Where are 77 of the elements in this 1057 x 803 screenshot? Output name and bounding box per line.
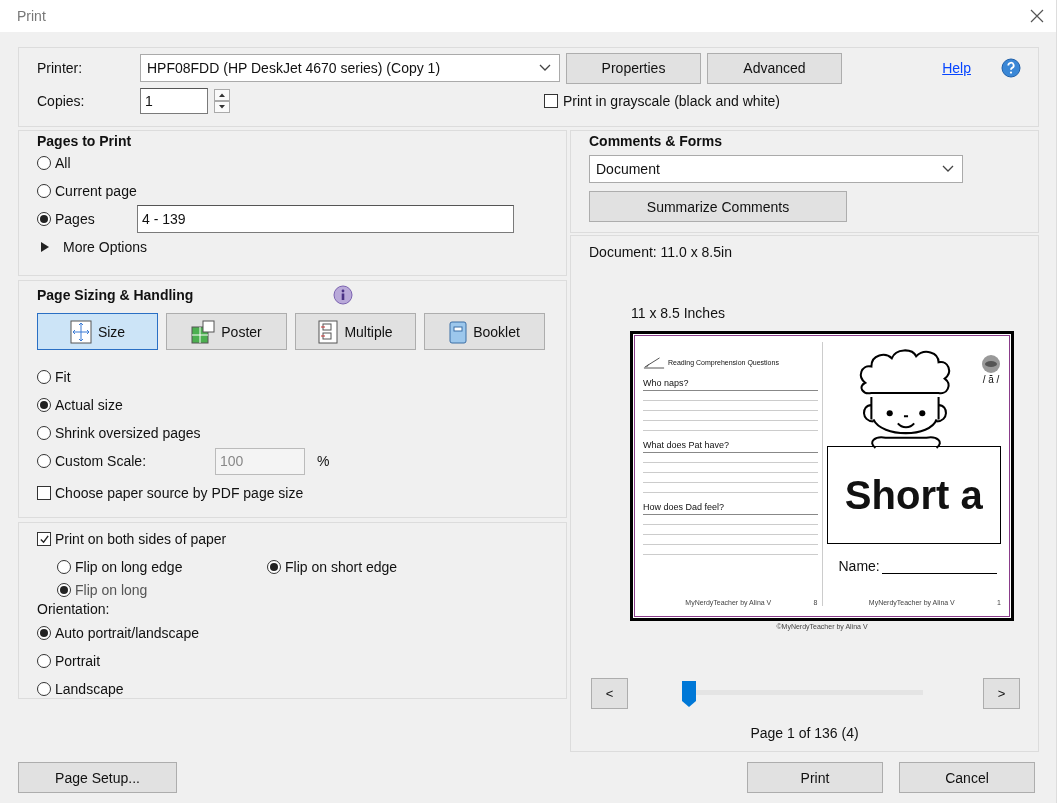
name-label: Name: [838, 558, 880, 574]
section-title: Pages to Print [37, 133, 133, 149]
paper-source-checkbox[interactable] [37, 486, 51, 500]
comments-dropdown[interactable]: Document [589, 155, 963, 183]
radio-button[interactable] [267, 560, 281, 574]
previous-page-button[interactable]: < [591, 678, 628, 709]
copies-label: Copies: [37, 93, 86, 109]
tiled-pages-icon [191, 319, 216, 344]
radio-button[interactable] [37, 626, 51, 640]
slider-thumb[interactable] [682, 680, 696, 707]
radio-button[interactable] [37, 184, 51, 198]
option-label: Current page [55, 183, 137, 199]
radio-button[interactable] [37, 654, 51, 668]
radio-button[interactable] [37, 212, 51, 226]
info-icon[interactable] [333, 285, 354, 305]
help-icon[interactable] [1001, 58, 1021, 78]
mode-tab[interactable]: Multiple [295, 313, 416, 350]
option-label: Fit [55, 369, 71, 385]
grayscale-label: Print in grayscale (black and white) [562, 93, 780, 109]
dialog-button[interactable]: Cancel [899, 762, 1035, 793]
radio-button[interactable] [37, 682, 51, 696]
dropdown-caret-icon [942, 165, 954, 173]
mode-tab[interactable]: Poster [166, 313, 287, 350]
copies-field[interactable]: 1 [140, 88, 208, 114]
option-label: Pages [55, 211, 96, 227]
radio-button[interactable] [37, 398, 51, 412]
mode-tab[interactable]: Size [37, 313, 158, 350]
pencil-icon [643, 356, 665, 369]
help-link[interactable]: Help [942, 60, 971, 76]
paper-source-label: Choose paper source by PDF page size [55, 485, 304, 501]
sound-label: / ă / [982, 374, 1000, 385]
spinner-icon[interactable] [214, 89, 230, 113]
pages-field[interactable]: 4 - 139 [137, 205, 514, 233]
option-label: Flip on long edge [75, 559, 183, 575]
option-label: Actual size [55, 397, 123, 413]
page-size-label: 11 x 8.5 Inches [631, 305, 726, 321]
radio-button[interactable] [37, 370, 51, 384]
page-status: Page 1 of 136 (4) [749, 725, 860, 743]
more-options-toggle[interactable]: More Options [37, 233, 548, 261]
radio-button[interactable] [37, 426, 51, 440]
option-label: Landscape [55, 681, 124, 697]
duplex-checkbox[interactable] [37, 532, 51, 546]
duplex-label: Print on both sides of paper [55, 531, 227, 547]
mouth-icon [981, 354, 1001, 374]
mode-tab[interactable]: Booklet [424, 313, 545, 350]
booklet-icon [449, 319, 468, 344]
radio-button[interactable] [57, 560, 71, 574]
printer-button[interactable]: Advanced [707, 52, 842, 84]
close-icon[interactable] [1030, 9, 1044, 23]
dialog-button[interactable]: Print [747, 762, 883, 793]
option-label: Custom Scale: [55, 453, 148, 469]
orientation-label: Orientation: [37, 600, 111, 619]
document-size-label: Document: 11.0 x 8.5in [589, 244, 733, 262]
window-title: Print [17, 8, 46, 24]
printer-label: Printer: [37, 60, 84, 76]
printer-dropdown[interactable]: HPF08FDD (HP DeskJet 4670 series) (Copy 1) [140, 54, 560, 82]
dropdown-caret-icon [539, 64, 551, 72]
option-label: Shrink oversized pages [55, 425, 201, 441]
multiple-pages-icon [318, 319, 339, 344]
option-label: Flip on long [75, 582, 148, 598]
option-label: Auto portrait/landscape [55, 625, 199, 641]
radio-button[interactable] [37, 156, 51, 170]
option-label: All [55, 155, 71, 171]
page-setup-button[interactable]: Page Setup... [18, 762, 177, 793]
resize-arrows-icon [69, 319, 92, 344]
grayscale-checkbox[interactable] [543, 94, 558, 108]
summarize-comments-button[interactable]: Summarize Comments [589, 191, 847, 222]
option-label: Flip on short edge [285, 559, 398, 575]
radio-button[interactable] [37, 454, 51, 468]
printer-button[interactable]: Properties [566, 52, 701, 84]
section-title: Page Sizing & Handling [37, 287, 194, 303]
triangle-icon [41, 242, 49, 252]
next-page-button[interactable]: > [983, 678, 1020, 709]
percent-label: % [317, 453, 330, 469]
option-label: Portrait [55, 653, 101, 669]
title-sign: Short a [826, 446, 1001, 544]
section-title: Comments & Forms [589, 133, 724, 149]
